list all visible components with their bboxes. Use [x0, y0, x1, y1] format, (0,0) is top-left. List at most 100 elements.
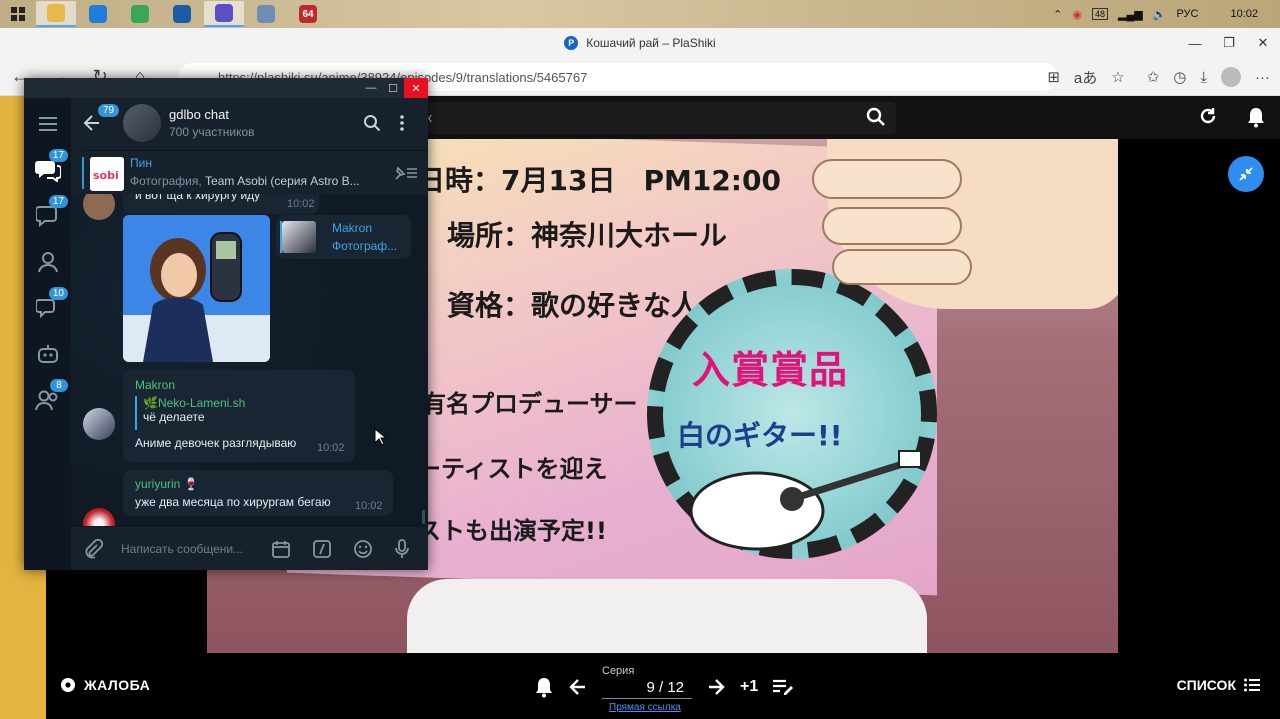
telegram-minimize-button[interactable]: —	[360, 78, 382, 98]
next-episode-icon[interactable]	[706, 677, 726, 697]
prize-title: 入賞賞品	[692, 348, 849, 392]
group-chat-icon	[36, 299, 55, 319]
history-icon[interactable]: ◷	[1173, 68, 1186, 86]
profile-avatar[interactable]	[1221, 67, 1241, 87]
clock[interactable]: 10:02	[1230, 8, 1258, 20]
more-menu-icon[interactable]: ···	[1255, 69, 1270, 86]
folder-unread[interactable]: 17	[34, 195, 68, 230]
favorite-add-icon[interactable]: ☆	[1111, 68, 1124, 86]
app-available-icon[interactable]: ⊞	[1047, 68, 1060, 86]
pinned-message[interactable]: sobi Пин Фотография, Team Asobi (серия A…	[82, 150, 428, 194]
notifications-bell-icon[interactable]	[1246, 106, 1266, 128]
globe-icon[interactable]: ◉	[1072, 8, 1082, 21]
pinned-title: Пин	[130, 156, 152, 170]
taskbar-app-app-purple[interactable]	[204, 1, 244, 27]
chat-avatar[interactable]	[123, 104, 161, 142]
favorites-icon[interactable]: ✩	[1147, 68, 1160, 86]
finger-shape	[832, 249, 972, 285]
chat-name[interactable]: gdlbo chat	[169, 107, 229, 122]
more-vertical-icon[interactable]	[399, 114, 405, 132]
message-bubble[interactable]: Makron 🌿Neko-Lameni.sh чё делаете Аниме …	[123, 370, 355, 462]
plus-one-button[interactable]: +1	[740, 678, 758, 696]
bot-commands-icon[interactable]	[312, 539, 332, 559]
minimize-button[interactable]: —	[1178, 28, 1212, 58]
search-icon[interactable]	[866, 107, 886, 127]
folder-groups[interactable]: 10	[34, 287, 68, 322]
prev-episode-icon[interactable]	[568, 677, 588, 697]
chrome-icon	[131, 5, 149, 23]
app-purple-icon	[215, 4, 233, 22]
folder-bots[interactable]	[34, 340, 62, 368]
chat-header: 79 gdlbo chat 700 участников	[71, 98, 428, 150]
telegram-titlebar: — ☐ ✕	[24, 78, 428, 98]
sender-name[interactable]: yuriyurin 🍷	[135, 477, 199, 491]
complain-button[interactable]: ЖАЛОБА	[60, 677, 150, 693]
refresh-icon[interactable]	[1198, 106, 1218, 126]
reply-preview-bubble[interactable]: Makron Фотограф...	[276, 215, 411, 259]
list-button[interactable]: СПИСОК	[1177, 677, 1260, 693]
direct-link[interactable]: Прямая ссылка	[609, 702, 681, 713]
taskbar-app-chrome[interactable]	[120, 1, 160, 27]
windows-start-button[interactable]	[0, 0, 36, 28]
emoji-smile-icon[interactable]	[353, 539, 373, 559]
browser-titlebar: P Кошачий рай – PlaShiki — ❐ ✕	[0, 28, 1280, 58]
message-list[interactable]: и вот ща к хирургу иду 10:02 Makron Фото…	[71, 194, 428, 526]
reply-name: 🌿Neko-Lameni.sh	[143, 396, 246, 410]
taskbar-app-edge[interactable]	[78, 1, 118, 27]
exit-fullscreen-button[interactable]	[1228, 156, 1264, 192]
gear-badge-icon	[61, 678, 75, 692]
attach-paperclip-icon[interactable]	[83, 539, 103, 559]
telegram-window: — ☐ ✕ 17 17 10 8 79 gdlbo chat 700 участ…	[24, 78, 428, 570]
user-avatar[interactable]	[83, 408, 115, 440]
message-bubble[interactable]: и вот ща к хирургу иду 10:02	[123, 194, 319, 214]
back-arrow-icon[interactable]	[83, 114, 101, 132]
chat-scrollbar[interactable]	[422, 510, 425, 524]
volume-icon[interactable]: 🔈	[1153, 8, 1167, 21]
maximize-button[interactable]: ❐	[1212, 28, 1246, 58]
network-icon[interactable]: ▂▄▆	[1118, 8, 1143, 21]
subscribe-bell-icon[interactable]	[534, 676, 554, 698]
prize-subtitle: 白のギター!!	[677, 419, 843, 452]
remote-icon	[257, 5, 275, 23]
playlist-edit-icon[interactable]	[772, 678, 794, 696]
read-aloud-icon[interactable]: aあ	[1074, 67, 1097, 88]
user-avatar[interactable]	[83, 508, 115, 526]
mouse-cursor-icon	[374, 428, 386, 446]
folder-contacts[interactable]: 8	[34, 379, 68, 414]
menu-button[interactable]	[34, 110, 62, 138]
message-time: 10:02	[355, 500, 383, 512]
message-bubble[interactable]: yuriyurin 🍷 уже два месяца по хирургам б…	[123, 470, 393, 516]
reply-quote[interactable]: 🌿Neko-Lameni.sh чё делаете	[135, 396, 245, 430]
folder-personal[interactable]	[34, 248, 62, 276]
taskbar-app-file-explorer[interactable]	[36, 1, 76, 27]
photo-girl-phone-icon	[123, 215, 270, 362]
folder-all-chats[interactable]: 17	[34, 149, 68, 184]
taskbar-app-powershell[interactable]	[162, 1, 202, 27]
input-language[interactable]: РУС	[1176, 8, 1198, 20]
svg-text:sobi: sobi	[93, 169, 119, 182]
plashiki-logo-icon: P	[564, 36, 579, 50]
taskbar-app-app-64[interactable]: 64	[288, 1, 328, 27]
taskbar-app-remote[interactable]	[246, 1, 286, 27]
microphone-icon[interactable]	[394, 539, 410, 559]
site-search[interactable]: к	[426, 102, 896, 134]
app-64-icon: 64	[299, 5, 317, 23]
message-input[interactable]: Написать сообщени...	[121, 542, 243, 556]
episode-controls: Серия 9 / 12 +1	[534, 665, 794, 699]
sender-name[interactable]: Makron	[135, 378, 175, 392]
tray-badge[interactable]: 48	[1092, 8, 1109, 20]
chevron-up-icon[interactable]: ⌃	[1053, 8, 1062, 21]
pinned-list-icon[interactable]	[394, 165, 418, 181]
schedule-calendar-icon[interactable]	[271, 539, 291, 559]
chat-bubble-icon	[36, 206, 57, 227]
downloads-icon[interactable]: ⤓	[1200, 69, 1207, 86]
episode-number[interactable]: 9 / 12	[602, 679, 692, 699]
user-avatar[interactable]	[83, 194, 115, 220]
close-button[interactable]: ✕	[1246, 28, 1280, 58]
telegram-close-button[interactable]: ✕	[404, 78, 428, 98]
search-icon[interactable]	[363, 114, 381, 132]
list-icon	[1244, 678, 1260, 692]
episode-selector[interactable]: Серия 9 / 12	[602, 665, 692, 699]
message-photo[interactable]	[123, 215, 270, 362]
telegram-maximize-button[interactable]: ☐	[382, 78, 404, 98]
